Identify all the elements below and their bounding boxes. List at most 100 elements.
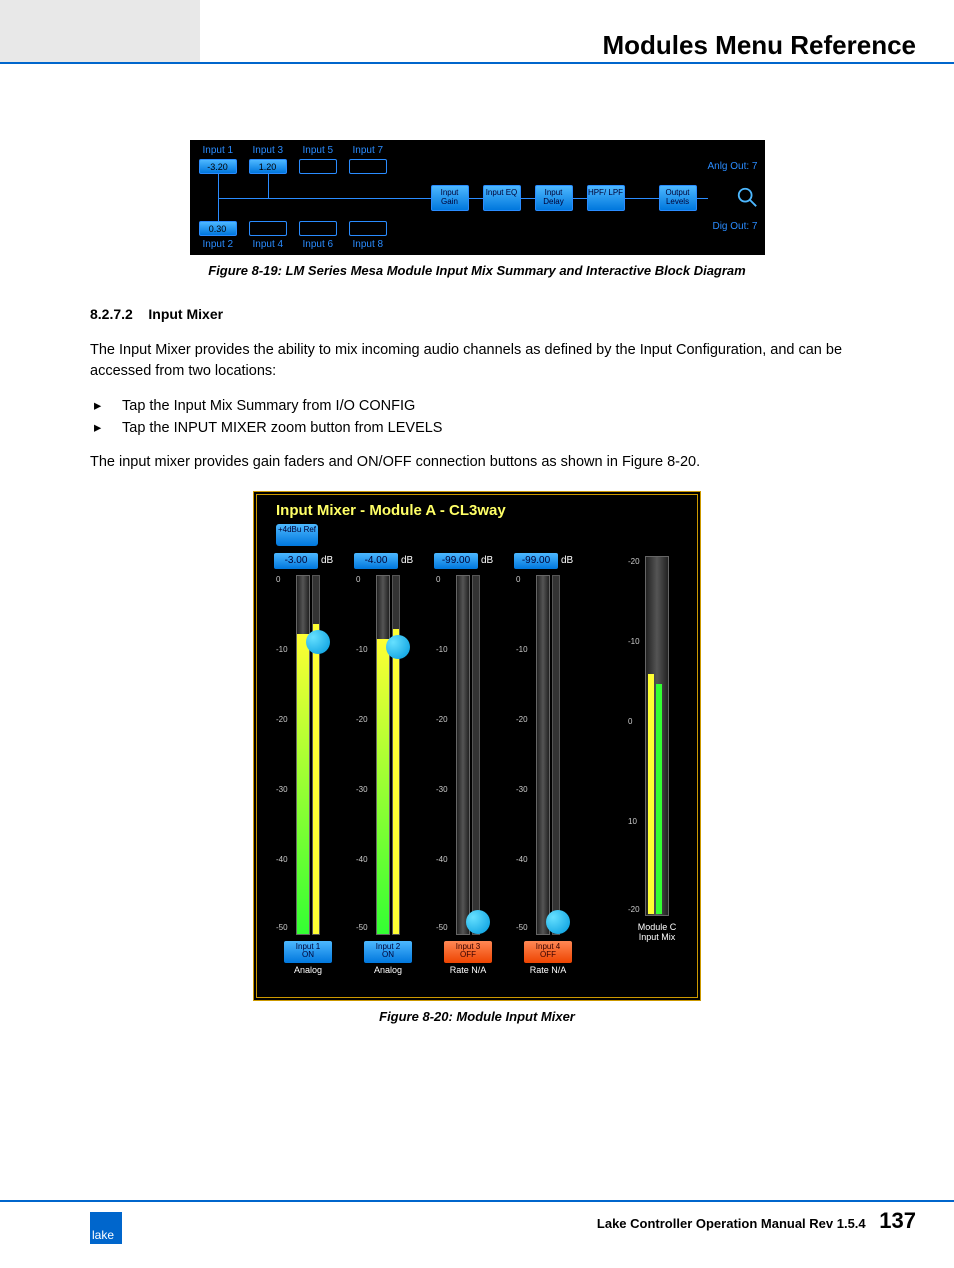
- scale-tick: -10: [628, 637, 640, 646]
- input-gain-value[interactable]: [349, 159, 387, 174]
- paragraph: The input mixer provides gain faders and…: [90, 452, 864, 473]
- fader-track[interactable]: 0 -10 -20 -30 -40 -50: [274, 575, 332, 935]
- channel-off-button[interactable]: Input 4OFF: [524, 941, 572, 963]
- input-gain-value[interactable]: [299, 159, 337, 174]
- input-gain-value[interactable]: 0.30: [199, 221, 237, 236]
- figure-8-20-mixer: Input Mixer - Module A - CL3way +4dBu Re…: [253, 491, 701, 1001]
- scale-tick: -20: [276, 715, 288, 724]
- figure-8-19-caption: Figure 8-19: LM Series Mesa Module Input…: [90, 263, 864, 278]
- mixer-title: Input Mixer - Module A - CL3way: [276, 502, 506, 519]
- mixer-channel-3: -99.00dB 0 -10 -20 -30 -40 -50 Input 3OF…: [434, 550, 512, 975]
- mixer-channel-4: -99.00dB 0 -10 -20 -30 -40 -50 Input 4OF…: [514, 550, 592, 975]
- scale-tick: -40: [276, 855, 288, 864]
- gain-value[interactable]: -3.00: [274, 553, 318, 569]
- block-label: Input Delay: [543, 188, 563, 206]
- block-hpf-lpf[interactable]: HPF/ LPF: [587, 185, 625, 211]
- input-gain-value[interactable]: -3.20: [199, 159, 237, 174]
- input-gain-value[interactable]: [299, 221, 337, 236]
- block-input-eq[interactable]: Input EQ: [483, 185, 521, 211]
- meter-peak: [393, 629, 399, 934]
- fader-track[interactable]: 0 -10 -20 -30 -40 -50: [434, 575, 492, 935]
- fader-track[interactable]: 0 -10 -20 -30 -40 -50: [514, 575, 572, 935]
- scale-tick: -50: [436, 923, 448, 932]
- page-number: 137: [879, 1208, 916, 1233]
- bullet-text: Tap the INPUT MIXER zoom button from LEV…: [122, 420, 442, 436]
- scale-tick: -20: [628, 557, 640, 566]
- btn-line2: OFF: [540, 950, 556, 959]
- mixer-channel-1: -3.00dB 0 -10 -20 -30 -40 -50 Input 1ON …: [274, 550, 352, 975]
- section-number: 8.2.7.2: [90, 306, 133, 322]
- output-mix-meter: -20 -10 0 10 -20 Module C Input Mix: [632, 556, 682, 942]
- db-label: dB: [481, 555, 493, 566]
- block-label: Output Levels: [665, 188, 689, 206]
- block-input-delay[interactable]: Input Delay: [535, 185, 573, 211]
- figure-8-20-caption: Figure 8-20: Module Input Mixer: [90, 1009, 864, 1024]
- block-output-levels[interactable]: Output Levels: [659, 185, 697, 211]
- logo-text: lake: [92, 1228, 114, 1242]
- btn-line2: OFF: [460, 950, 476, 959]
- channel-off-button[interactable]: Input 3OFF: [444, 941, 492, 963]
- block-input-gain[interactable]: Input Gain: [431, 185, 469, 211]
- channel-on-button[interactable]: Input 2ON: [364, 941, 412, 963]
- input-label: Input 2: [203, 239, 234, 250]
- scale-tick: 0: [276, 575, 280, 584]
- block-label: Input EQ: [486, 188, 518, 197]
- channel-source: Analog: [354, 965, 422, 975]
- input-gain-value[interactable]: [249, 221, 287, 236]
- fader-knob[interactable]: [546, 910, 570, 934]
- gain-value[interactable]: -99.00: [434, 553, 478, 569]
- input-label: Input 4: [253, 239, 284, 250]
- ref-button[interactable]: +4dBu Ref: [276, 524, 318, 546]
- input-label: Input 1: [203, 145, 234, 156]
- scale-tick: -50: [276, 923, 288, 932]
- fader-knob[interactable]: [306, 630, 330, 654]
- output-label: Module C Input Mix: [632, 922, 682, 942]
- btn-line2: ON: [382, 950, 394, 959]
- fader-knob[interactable]: [466, 910, 490, 934]
- input-label: Input 6: [303, 239, 334, 250]
- db-label: dB: [401, 555, 413, 566]
- scale-tick: -40: [356, 855, 368, 864]
- scale-tick: 0: [356, 575, 360, 584]
- bullet-triangle-icon: ▸: [90, 420, 122, 436]
- input-gain-value[interactable]: [349, 221, 387, 236]
- footer-manual-rev: Lake Controller Operation Manual Rev 1.5…: [597, 1216, 866, 1231]
- channel-source: Rate N/A: [514, 965, 582, 975]
- signal-line: [218, 198, 219, 221]
- input-label: Input 8: [353, 239, 384, 250]
- input-label: Input 5: [303, 145, 334, 156]
- scale-tick: -40: [516, 855, 528, 864]
- page-footer: lake Lake Controller Operation Manual Re…: [0, 1200, 954, 1240]
- scale-tick: -50: [356, 923, 368, 932]
- scale-tick: -10: [436, 645, 448, 654]
- scale-tick: -20: [356, 715, 368, 724]
- input-label: Input 3: [253, 145, 284, 156]
- gain-value[interactable]: -99.00: [514, 553, 558, 569]
- section-title: Input Mixer: [148, 306, 223, 322]
- figure-8-19-diagram: Input 1 Input 3 Input 5 Input 7 -3.20 1.…: [190, 140, 765, 255]
- magnifier-icon[interactable]: [736, 186, 758, 208]
- signal-line: [218, 174, 219, 198]
- input-label: Input 7: [353, 145, 384, 156]
- scale-tick: -30: [356, 785, 368, 794]
- fader-knob[interactable]: [386, 635, 410, 659]
- header-title: Modules Menu Reference: [602, 30, 916, 61]
- fader-track[interactable]: 0 -10 -20 -30 -40 -50: [354, 575, 412, 935]
- dig-out-label: Dig Out: 7: [712, 221, 757, 232]
- bullet-item: ▸ Tap the INPUT MIXER zoom button from L…: [90, 420, 864, 436]
- signal-line: [268, 174, 269, 198]
- block-label: HPF/ LPF: [588, 188, 623, 197]
- meter-fill: [377, 639, 389, 934]
- channel-on-button[interactable]: Input 1ON: [284, 941, 332, 963]
- scale-tick: -20: [628, 905, 640, 914]
- page-header: Modules Menu Reference: [0, 0, 954, 80]
- input-gain-value[interactable]: 1.20: [249, 159, 287, 174]
- channel-source: Analog: [274, 965, 342, 975]
- mixer-channel-2: -4.00dB 0 -10 -20 -30 -40 -50 Input 2ON …: [354, 550, 432, 975]
- gain-value[interactable]: -4.00: [354, 553, 398, 569]
- scale-tick: -40: [436, 855, 448, 864]
- footer-rule: [0, 1200, 954, 1202]
- section-heading: 8.2.7.2 Input Mixer: [90, 306, 864, 322]
- scale-tick: -10: [356, 645, 368, 654]
- scale-tick: -30: [436, 785, 448, 794]
